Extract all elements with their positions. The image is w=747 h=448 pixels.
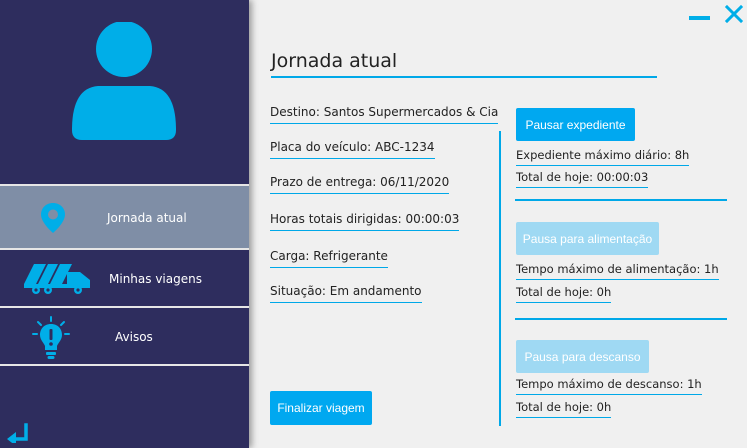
sidebar-item-jornada-atual[interactable]: Jornada atual — [0, 184, 249, 250]
sidebar-item-label: Avisos — [115, 330, 153, 344]
carga-field: Carga: Refrigerante — [270, 249, 388, 268]
descanso-max-field: Tempo máximo de descanso: 1h — [516, 377, 702, 395]
section-divider — [515, 199, 727, 201]
descanso-total-field: Total de hoje: 0h — [516, 400, 612, 418]
sidebar-item-minhas-viagens[interactable]: Minhas viagens — [0, 250, 249, 308]
sidebar-item-label: Minhas viagens — [109, 272, 202, 286]
pausar-expediente-button[interactable]: Pausar expediente — [516, 108, 635, 141]
expediente-total-field: Total de hoje: 00:00:03 — [516, 170, 649, 188]
sidebar-item-avisos[interactable]: Avisos — [0, 308, 249, 366]
user-avatar-icon — [72, 22, 176, 140]
alimentacao-max-field: Tempo máximo de alimentação: 1h — [516, 262, 719, 280]
alimentacao-total-field: Total de hoje: 0h — [516, 285, 612, 303]
finalizar-viagem-button[interactable]: Finalizar viagem — [270, 391, 372, 425]
sidebar-item-label: Jornada atual — [107, 211, 187, 225]
back-arrow-icon[interactable] — [6, 423, 30, 443]
pausa-alimentacao-button[interactable]: Pausa para alimentação — [516, 222, 659, 255]
close-icon[interactable] — [725, 5, 743, 23]
pausa-descanso-button[interactable]: Pausa para descanso — [516, 340, 649, 373]
truck-icon — [22, 262, 94, 296]
lightbulb-alert-icon — [32, 316, 70, 360]
section-divider — [515, 318, 727, 320]
horas-field: Horas totais dirigidas: 00:00:03 — [270, 212, 460, 231]
destino-field: Destino: Santos Supermercados & Cia — [270, 105, 499, 124]
expediente-max-field: Expediente máximo diário: 8h — [516, 148, 690, 166]
placa-field: Placa do veículo: ABC-1234 — [270, 140, 435, 159]
title-underline — [271, 76, 657, 78]
prazo-field: Prazo de entrega: 06/11/2020 — [270, 175, 450, 194]
sidebar: Jornada atual Minhas viagens Avisos — [0, 0, 249, 448]
page-title: Jornada atual — [271, 50, 398, 72]
vertical-divider — [499, 131, 501, 426]
minimize-icon[interactable] — [689, 14, 711, 22]
location-pin-icon — [40, 202, 66, 234]
situacao-field: Situação: Em andamento — [270, 284, 422, 303]
